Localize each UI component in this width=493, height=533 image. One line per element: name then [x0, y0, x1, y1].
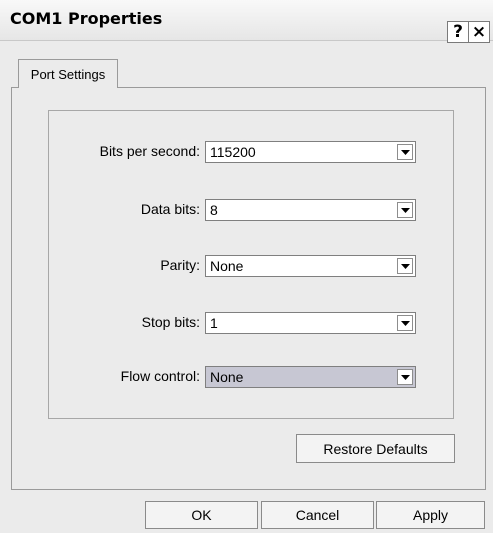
bits-per-second-select[interactable]: 115200: [205, 141, 416, 163]
stop-bits-label: Stop bits:: [141, 314, 200, 330]
cancel-button[interactable]: Cancel: [261, 501, 374, 529]
dropdown-arrow-icon[interactable]: [397, 202, 413, 218]
dropdown-arrow-icon[interactable]: [397, 258, 413, 274]
parity-select[interactable]: None: [205, 255, 416, 277]
data-bits-value: 8: [210, 202, 218, 218]
close-button[interactable]: ×: [468, 21, 490, 43]
help-icon: ?: [453, 21, 463, 42]
flow-control-value: None: [210, 369, 244, 385]
com1-properties-dialog: COM1 Properties ? × Port Settings Bits p…: [0, 0, 493, 533]
dropdown-arrow-icon[interactable]: [397, 144, 413, 160]
bits-per-second-label: Bits per second:: [99, 143, 200, 159]
close-icon: ×: [471, 21, 487, 42]
tab-port-settings[interactable]: Port Settings: [18, 59, 118, 88]
data-bits-label: Data bits:: [140, 201, 200, 217]
apply-button[interactable]: Apply: [376, 501, 485, 529]
parity-value: None: [210, 258, 244, 274]
dropdown-arrow-icon[interactable]: [397, 369, 413, 385]
window-title: COM1 Properties: [10, 9, 163, 28]
dropdown-arrow-icon[interactable]: [397, 315, 413, 331]
help-button[interactable]: ?: [447, 21, 469, 43]
title-bar[interactable]: COM1 Properties ? ×: [0, 0, 493, 43]
ok-button[interactable]: OK: [145, 501, 258, 529]
stop-bits-select[interactable]: 1: [205, 312, 416, 334]
flow-control-select[interactable]: None: [205, 366, 416, 388]
bits-per-second-value: 115200: [210, 144, 256, 160]
data-bits-select[interactable]: 8: [205, 199, 416, 221]
flow-control-label: Flow control:: [120, 368, 200, 384]
restore-defaults-button[interactable]: Restore Defaults: [296, 434, 455, 463]
parity-label: Parity:: [160, 257, 200, 273]
stop-bits-value: 1: [210, 315, 218, 331]
